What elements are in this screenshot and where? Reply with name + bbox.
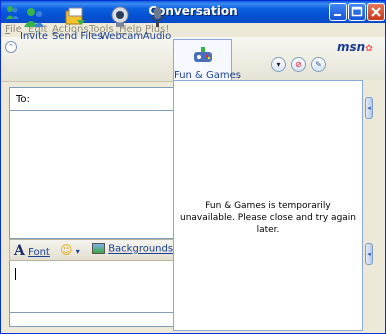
font-button[interactable]: A Font — [14, 243, 50, 259]
to-field: To: — [9, 87, 174, 111]
maximize-icon — [351, 6, 363, 17]
smiley-icon: ☺ — [60, 243, 73, 257]
my-picture-expand-button[interactable]: ◂ — [365, 243, 373, 265]
side-strip: ◂ ◂ — [363, 80, 385, 331]
audio-button[interactable]: Audio — [142, 1, 172, 45]
invite-button[interactable]: Invite — [19, 1, 49, 45]
invite-people-icon — [24, 8, 44, 27]
picture-icon — [92, 243, 105, 254]
conversation-history[interactable] — [9, 111, 174, 239]
block-icon: ⊘ — [295, 60, 302, 69]
webcam-icon — [111, 6, 129, 27]
contact-picture-expand-button[interactable]: ◂ — [365, 97, 373, 119]
block-contact-button[interactable]: ⊘ — [291, 57, 306, 72]
fun-and-games-panel: Fun & Games is temporarily unavailable. … — [173, 80, 363, 331]
webcam-label: Webcam — [100, 31, 144, 42]
conversation-window: Conversation File Edit Actions Tools Hel… — [0, 0, 386, 334]
send-files-label: Send Files — [52, 31, 103, 42]
chevron-down-icon: ▾ — [75, 247, 80, 256]
emoticon-button[interactable]: ☺ ▾ — [60, 243, 80, 257]
message-input[interactable] — [9, 261, 174, 313]
font-label: Font — [28, 247, 50, 258]
msn-logo-text: msn — [337, 40, 366, 54]
fun-and-games-icon — [193, 47, 212, 62]
chevron-down-icon: ▾ — [276, 60, 281, 69]
unavailable-message: Fun & Games is temporarily unavailable. … — [179, 201, 357, 235]
butterfly-icon: ✿ — [365, 44, 373, 54]
feather-icon: ✎ — [315, 60, 322, 69]
text-caret — [15, 268, 16, 280]
to-label: To: — [16, 94, 30, 105]
font-icon: A — [14, 243, 25, 259]
maximize-button[interactable] — [348, 3, 366, 21]
format-bar: A Font ☺ ▾ Backgrounds ▾ — [9, 239, 180, 261]
theme-button[interactable]: ✎ — [311, 57, 326, 72]
audio-label: Audio — [142, 31, 172, 42]
webcam-button[interactable]: Webcam — [100, 1, 144, 45]
msn-logo: msn✿ — [337, 40, 373, 54]
send-area — [9, 313, 174, 327]
microphone-icon — [150, 7, 165, 27]
fun-and-games-tab[interactable]: Fun & Games — [173, 39, 241, 82]
invite-label: Invite — [19, 31, 49, 42]
collapse-toolbar-button[interactable]: ⌃ — [5, 41, 17, 53]
chevron-left-icon: ◂ — [367, 250, 371, 258]
minimize-button[interactable] — [329, 3, 347, 21]
send-files-icon — [65, 7, 85, 25]
send-files-button[interactable]: Send Files — [52, 1, 103, 45]
conversation-pane: To: A Font ☺ ▾ Backgrounds ▾ — [9, 87, 180, 331]
chevron-up-icon: ⌃ — [8, 43, 14, 51]
backgrounds-label: Backgrounds — [108, 243, 174, 255]
close-icon — [371, 7, 381, 17]
chevron-left-icon: ◂ — [367, 104, 371, 112]
close-button[interactable] — [367, 3, 385, 21]
options-dropdown-button[interactable]: ▾ — [271, 57, 286, 72]
minimize-icon — [334, 14, 341, 16]
backgrounds-button[interactable]: Backgrounds ▾ — [92, 243, 180, 255]
